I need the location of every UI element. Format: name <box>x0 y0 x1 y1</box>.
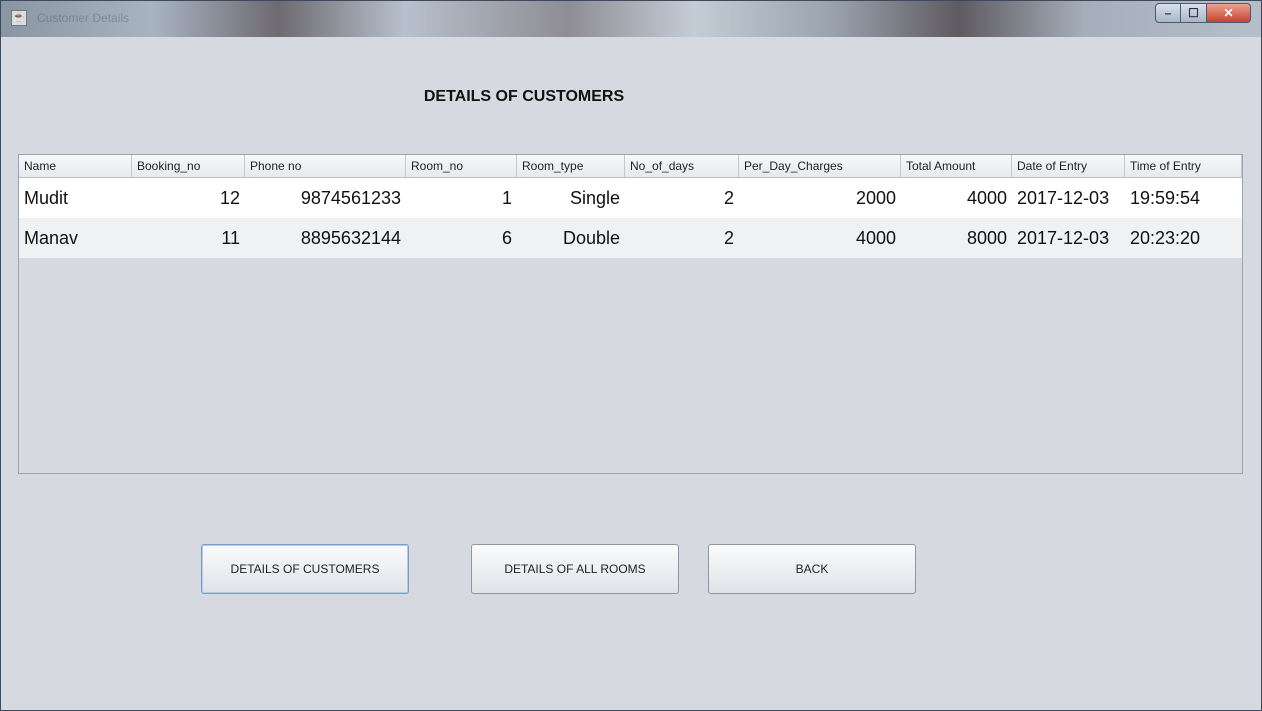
table-body: Mudit 12 9874561233 1 Single 2 2000 4000 2017-12… <box>19 178 1242 258</box>
customers-table[interactable]: Name Booking_no Phone no Room_no Room_type No… <box>18 154 1243 474</box>
table-cell[interactable]: 4000 <box>739 228 901 249</box>
column-header[interactable]: Room_type <box>517 155 625 177</box>
window-title: Customer Details <box>37 11 130 25</box>
table-cell[interactable]: Mudit <box>19 188 132 209</box>
table-cell[interactable]: 19:59:54 <box>1125 188 1242 209</box>
column-header[interactable]: Phone no <box>245 155 406 177</box>
table-cell[interactable]: 12 <box>132 188 245 209</box>
table-row[interactable]: Manav 11 8895632144 6 Double 2 4000 8000 2017-12… <box>19 218 1242 258</box>
table-cell[interactable]: 2 <box>625 188 739 209</box>
column-header[interactable]: Date of Entry <box>1012 155 1125 177</box>
details-of-all-rooms-button[interactable]: DETAILS OF ALL ROOMS <box>471 544 679 594</box>
table-cell[interactable]: Single <box>517 188 625 209</box>
table-cell[interactable]: 9874561233 <box>245 188 406 209</box>
column-header[interactable]: Total Amount <box>901 155 1012 177</box>
minimize-icon[interactable]: – <box>1155 3 1181 23</box>
table-cell[interactable]: Double <box>517 228 625 249</box>
table-cell[interactable]: 6 <box>406 228 517 249</box>
table-header: Name Booking_no Phone no Room_no Room_type No… <box>19 155 1242 178</box>
column-header[interactable]: Time of Entry <box>1125 155 1242 177</box>
table-cell[interactable]: 4000 <box>901 188 1012 209</box>
back-button[interactable]: BACK <box>708 544 916 594</box>
table-cell[interactable]: 8895632144 <box>245 228 406 249</box>
table-cell[interactable]: 8000 <box>901 228 1012 249</box>
app-window: ☕ Customer Details – ☐ ✕ DETAILS OF CUST… <box>0 0 1262 711</box>
column-header[interactable]: Name <box>19 155 132 177</box>
content-pane: DETAILS OF CUSTOMERS Name Booking_no Phone… <box>9 38 1249 706</box>
maximize-icon[interactable]: ☐ <box>1181 3 1207 23</box>
column-header[interactable]: Per_Day_Charges <box>739 155 901 177</box>
table-cell[interactable]: 2000 <box>739 188 901 209</box>
table-cell[interactable]: Manav <box>19 228 132 249</box>
table-cell[interactable]: 2017-12-03 <box>1012 228 1125 249</box>
table-cell[interactable]: 2017-12-03 <box>1012 188 1125 209</box>
table-row[interactable]: Mudit 12 9874561233 1 Single 2 2000 4000 2017-12… <box>19 178 1242 218</box>
title-bar[interactable]: ☕ Customer Details – ☐ ✕ <box>1 1 1261 37</box>
page-title: DETAILS OF CUSTOMERS <box>423 88 625 105</box>
window-controls: – ☐ ✕ <box>1155 3 1251 23</box>
column-header[interactable]: Booking_no <box>132 155 245 177</box>
java-app-icon: ☕ <box>11 10 27 26</box>
details-of-customers-button[interactable]: DETAILS OF CUSTOMERS <box>201 544 409 594</box>
column-header[interactable]: Room_no <box>406 155 517 177</box>
table-cell[interactable]: 11 <box>132 228 245 249</box>
table-cell[interactable]: 20:23:20 <box>1125 228 1242 249</box>
table-cell[interactable]: 1 <box>406 188 517 209</box>
table-cell[interactable]: 2 <box>625 228 739 249</box>
column-header[interactable]: No_of_days <box>625 155 739 177</box>
close-icon[interactable]: ✕ <box>1207 3 1251 23</box>
